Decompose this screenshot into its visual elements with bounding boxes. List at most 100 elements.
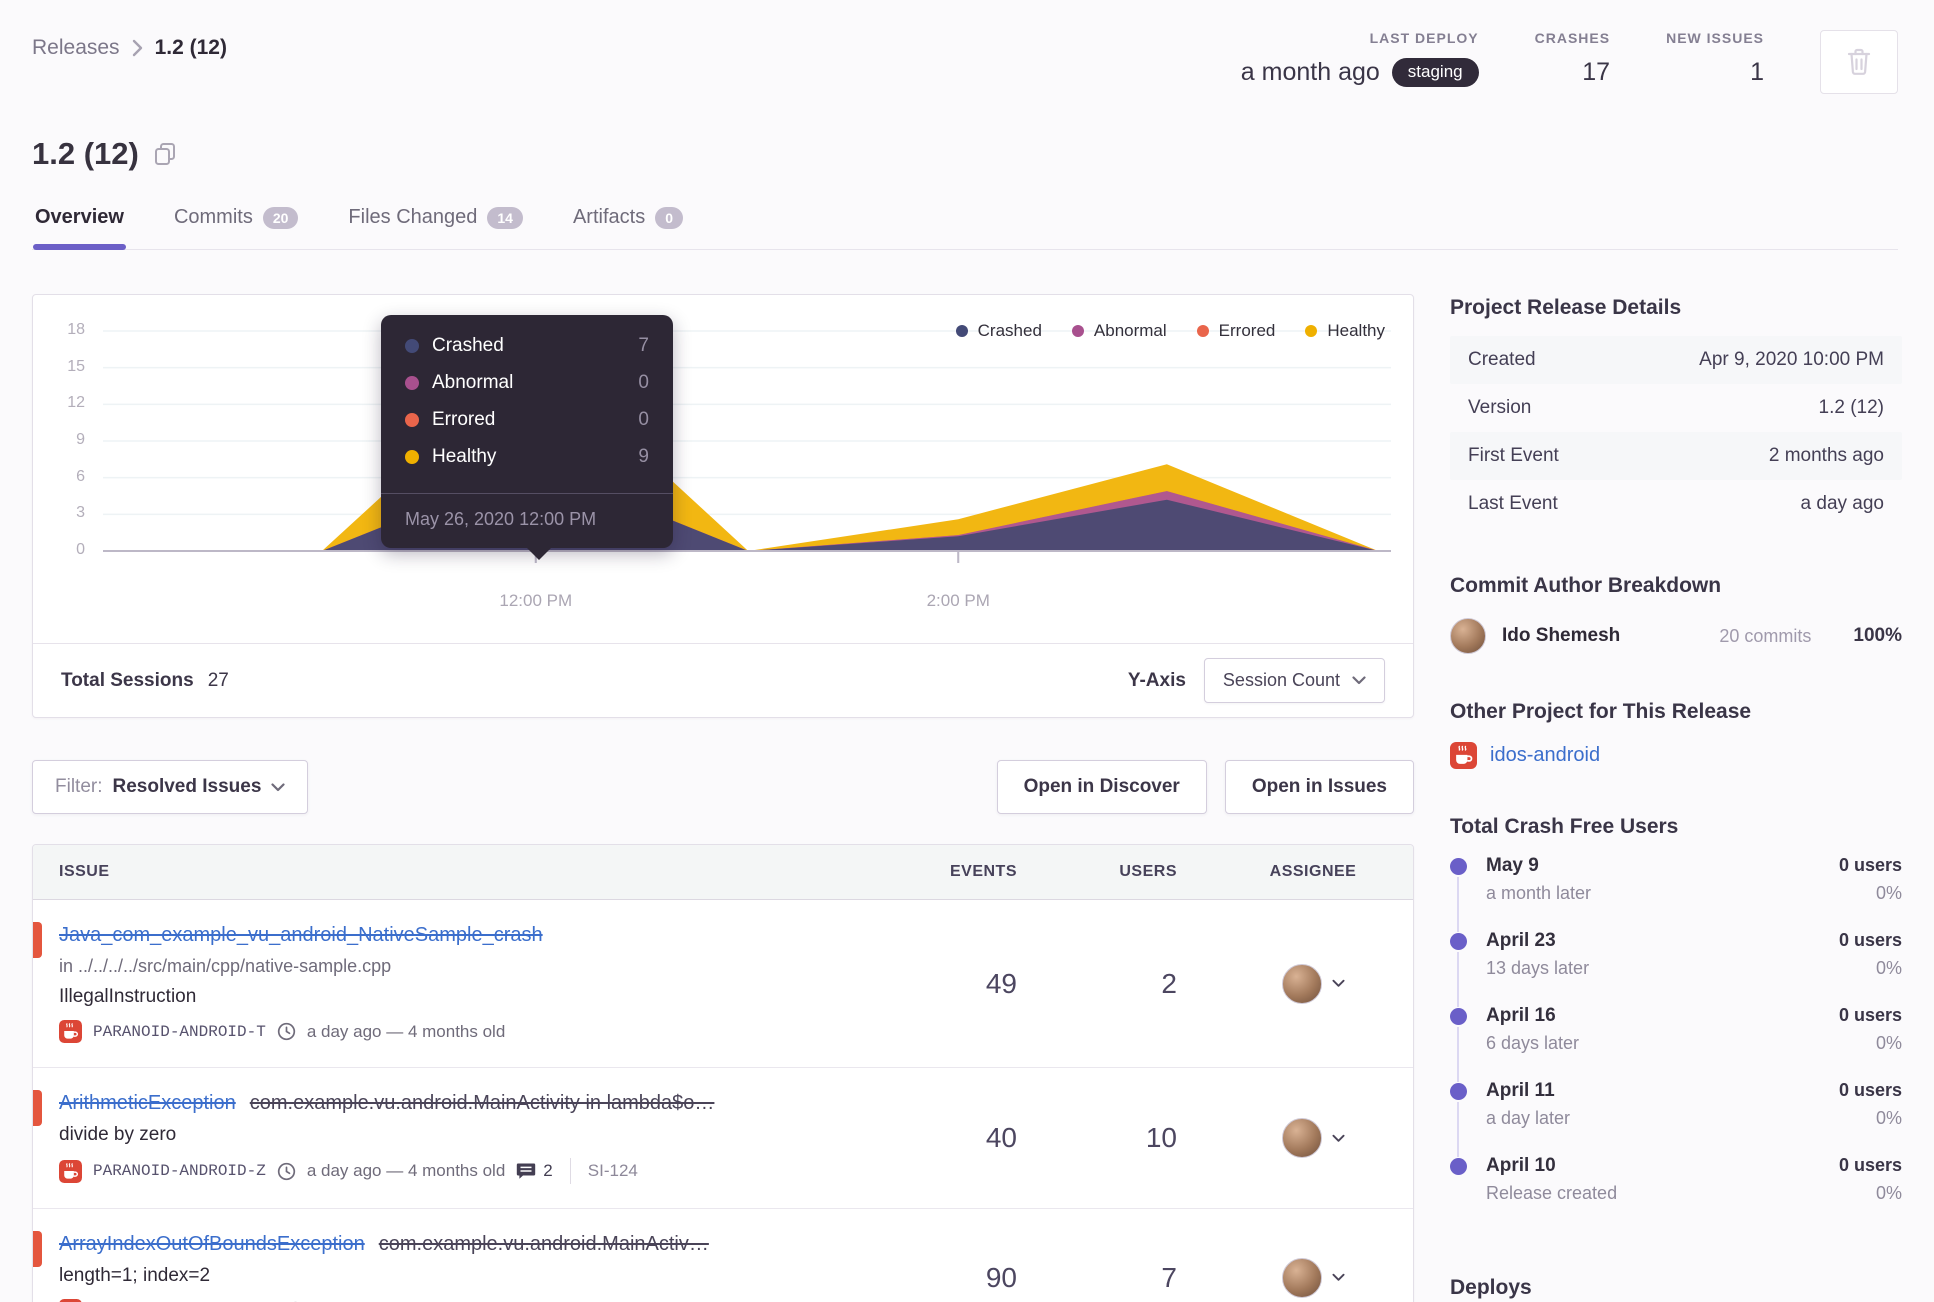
tab-commits[interactable]: Commits 20 (172, 206, 300, 249)
breadcrumb: Releases 1.2 (12) (32, 30, 227, 60)
timeline-dot-icon (1450, 858, 1467, 875)
chevron-down-icon[interactable] (1331, 979, 1345, 988)
open-in-issues-button[interactable]: Open in Issues (1224, 760, 1414, 814)
detail-row-created: Created Apr 9, 2020 10:00 PM (1450, 336, 1902, 384)
chevron-down-icon (1352, 676, 1366, 685)
chevron-down-icon[interactable] (1331, 1134, 1345, 1143)
timeline-dot-icon (1450, 1008, 1467, 1025)
legend-item-crashed[interactable]: Crashed (955, 321, 1042, 341)
project-tag: PARANOID-ANDROID-Z (93, 1162, 266, 1180)
issues-filter-dropdown[interactable]: Filter: Resolved Issues (32, 760, 309, 814)
page-title: 1.2 (12) (32, 136, 139, 171)
chevron-down-icon (271, 782, 286, 792)
issue-title-link[interactable]: Java_com_example_vu_android_NativeSample… (59, 924, 543, 946)
total-crash-free-users-section: Total Crash Free Users May 90 users a mo… (1450, 815, 1902, 1230)
chart-tooltip: Crashed 7 Abnormal 0 Errored 0 Healthy 9… (381, 315, 673, 560)
commit-author-breakdown-section: Commit Author Breakdown Ido Shemesh 20 c… (1450, 574, 1902, 654)
delete-release-button[interactable] (1820, 30, 1898, 94)
issue-age: a day ago — 4 months old (306, 1021, 506, 1041)
java-platform-icon (1450, 742, 1477, 769)
issue-message: divide by zero (59, 1124, 177, 1145)
clock-icon (277, 1022, 296, 1041)
detail-row-version: Version 1.2 (12) (1468, 397, 1884, 418)
breadcrumb-current: 1.2 (12) (154, 36, 227, 59)
abnormal-dot-icon (405, 376, 419, 390)
open-in-discover-button[interactable]: Open in Discover (996, 760, 1207, 814)
tooltip-row-healthy: Healthy 9 (405, 446, 649, 468)
issues-table-header: ISSUE EVENTS USERS ASSIGNEE (33, 845, 1413, 900)
list-item: April 11 0 users a day later 0% (1450, 1080, 1902, 1157)
issue-events-count: 90 (985, 1261, 1017, 1293)
issue-age: a day ago — 4 months old (306, 1161, 506, 1180)
crashes-value: 17 (1582, 58, 1611, 86)
list-item: April 10 0 users Release created 0% (1450, 1155, 1902, 1230)
tab-overview[interactable]: Overview (33, 206, 126, 250)
list-item: April 23 0 users 13 days later 0% (1450, 930, 1902, 1007)
files-changed-count-badge: 14 (487, 206, 523, 229)
author-percent: 100% (1853, 625, 1902, 646)
issue-title-link[interactable]: ArrayIndexOutOfBoundsException (59, 1233, 365, 1255)
section-heading: Project Release Details (1450, 296, 1682, 319)
legend-item-abnormal[interactable]: Abnormal (1071, 321, 1167, 341)
chart-legend: Crashed Abnormal Errored Healthy (955, 321, 1385, 341)
sessions-chart[interactable] (103, 321, 1391, 581)
issue-message: length=1; index=2 (59, 1265, 211, 1286)
section-heading: Commit Author Breakdown (1450, 574, 1722, 597)
tooltip-timestamp: May 26, 2020 12:00 PM (381, 493, 673, 548)
errored-dot-icon (405, 413, 419, 427)
x-axis-tick-label: 2:00 PM (926, 591, 990, 610)
new-issues-label: NEW ISSUES (1666, 30, 1764, 46)
project-release-details-section: Project Release Details Created Apr 9, 2… (1450, 296, 1902, 528)
issue-culprit: com.example.vu.android.MainActivity in l… (249, 1092, 715, 1114)
author-avatar (1450, 618, 1486, 654)
tooltip-row-abnormal: Abnormal 0 (405, 372, 649, 394)
y-axis-tick-label: 6 (76, 467, 85, 485)
tooltip-row-errored: Errored 0 (405, 409, 649, 431)
y-axis-labels: 0 3 6 9 12 15 18 (47, 321, 95, 581)
legend-item-errored[interactable]: Errored (1196, 321, 1275, 341)
error-level-bar (33, 1090, 42, 1126)
tab-files-changed[interactable]: Files Changed 14 (346, 206, 525, 249)
legend-item-healthy[interactable]: Healthy (1305, 321, 1385, 341)
breadcrumb-releases-link[interactable]: Releases (32, 36, 120, 60)
issues-table: ISSUE EVENTS USERS ASSIGNEE Java_com_exa… (32, 844, 1414, 1302)
tab-artifacts[interactable]: Artifacts 0 (571, 206, 685, 249)
section-heading: Other Project for This Release (1450, 700, 1752, 723)
last-deploy-label: LAST DEPLOY (1369, 30, 1479, 46)
issue-title-link[interactable]: ArithmeticException (59, 1092, 236, 1114)
errored-dot-icon (1196, 325, 1209, 337)
table-row: Java_com_example_vu_android_NativeSample… (33, 900, 1413, 1067)
java-platform-icon (59, 1159, 82, 1183)
breadcrumb-chevron-icon (132, 39, 143, 57)
y-axis-tick-label: 9 (76, 431, 85, 448)
assignee-avatar[interactable] (1281, 1118, 1322, 1158)
issue-users-count: 7 (1161, 1261, 1177, 1293)
table-row: ArithmeticException com.example.vu.androi… (33, 1067, 1413, 1208)
author-name: Ido Shemesh (1502, 625, 1621, 646)
trash-icon (1846, 47, 1872, 77)
yaxis-select[interactable]: Session Count (1203, 658, 1385, 703)
total-sessions-value: 27 (207, 669, 229, 691)
comments-link[interactable]: 2 (516, 1161, 553, 1181)
timeline-dot-icon (1450, 1083, 1467, 1100)
column-events: EVENTS (949, 863, 1017, 880)
abnormal-dot-icon (1071, 325, 1084, 337)
crashed-dot-icon (955, 325, 968, 337)
list-item: April 16 0 users 6 days later 0% (1450, 1005, 1902, 1082)
tooltip-arrow (527, 548, 551, 560)
issue-events-count: 40 (985, 1122, 1017, 1153)
project-tag: PARANOID-ANDROID-T (93, 1022, 266, 1041)
copy-version-icon[interactable] (153, 141, 177, 167)
assignee-avatar[interactable] (1281, 1257, 1322, 1298)
last-deploy-value: a month ago (1240, 58, 1380, 86)
other-project-link[interactable]: idos-android (1490, 744, 1600, 767)
y-axis-tick-label: 3 (76, 504, 85, 522)
chevron-down-icon[interactable] (1331, 1273, 1345, 1282)
page-header: Releases 1.2 (12) LAST DEPLOY a month ag… (0, 0, 1934, 250)
section-heading: Total Crash Free Users (1450, 815, 1679, 838)
y-axis-tick-label: 18 (67, 321, 85, 338)
other-project-section: Other Project for This Release idos-andr… (1450, 700, 1902, 769)
assignee-avatar[interactable] (1281, 963, 1322, 1004)
list-item: May 90 users a month later 0% (1450, 855, 1902, 932)
stat-new-issues: NEW ISSUES 1 (1666, 30, 1764, 87)
